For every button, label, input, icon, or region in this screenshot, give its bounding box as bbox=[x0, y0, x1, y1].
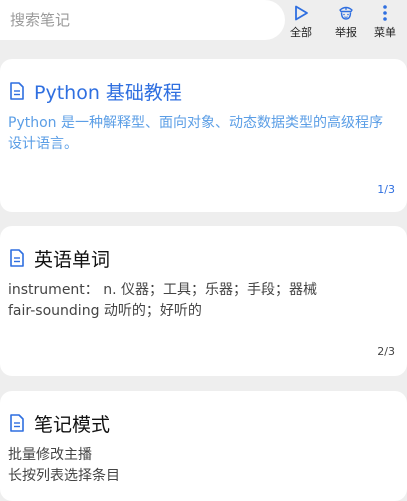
note-title-row: 英语单词 bbox=[8, 244, 399, 272]
page-indicator: 1/3 bbox=[377, 183, 395, 196]
search-bar[interactable] bbox=[0, 0, 285, 40]
police-officer-icon bbox=[336, 3, 356, 23]
top-bar: 全部 举报 菜单 bbox=[0, 0, 407, 44]
report-button[interactable]: 举报 bbox=[328, 0, 364, 40]
note-content: instrument： n. 仪器；工具；乐器；手段；器械 fair-sound… bbox=[8, 280, 399, 322]
report-button-label: 举报 bbox=[335, 26, 357, 39]
document-icon bbox=[8, 82, 26, 100]
document-icon bbox=[8, 414, 26, 432]
document-icon bbox=[8, 249, 26, 267]
search-input[interactable] bbox=[8, 10, 285, 30]
all-button[interactable]: 全部 bbox=[283, 0, 319, 40]
note-title-row: 笔记模式 bbox=[8, 409, 399, 437]
all-button-label: 全部 bbox=[290, 26, 312, 39]
note-line: fair-sounding 动听的；好听的 bbox=[8, 303, 202, 319]
note-card[interactable]: Python 基础教程 Python 是一种解释型、面向对象、动态数据类型的高级… bbox=[0, 59, 407, 212]
note-title-row: Python 基础教程 bbox=[8, 77, 399, 105]
menu-button[interactable]: 菜单 bbox=[367, 0, 403, 40]
note-title: Python 基础教程 bbox=[34, 81, 182, 104]
note-title: 英语单词 bbox=[34, 248, 111, 271]
note-line: 批量修改主播 bbox=[8, 447, 92, 463]
page-indicator: 2/3 bbox=[377, 345, 395, 358]
note-line: instrument： n. 仪器；工具；乐器；手段；器械 bbox=[8, 282, 318, 298]
note-card[interactable]: 笔记模式 批量修改主播 长按列表选择条目 bbox=[0, 391, 407, 501]
note-card[interactable]: 英语单词 instrument： n. 仪器；工具；乐器；手段；器械 fair-… bbox=[0, 226, 407, 376]
play-triangle-icon bbox=[291, 3, 311, 23]
note-content: Python 是一种解释型、面向对象、动态数据类型的高级程序设计语言。 bbox=[8, 113, 399, 155]
vertical-dots-icon bbox=[375, 3, 395, 23]
note-line: 长按列表选择条目 bbox=[8, 468, 120, 484]
menu-button-label: 菜单 bbox=[374, 26, 396, 39]
note-content: 批量修改主播 长按列表选择条目 bbox=[8, 445, 399, 487]
note-title: 笔记模式 bbox=[34, 413, 111, 436]
note-line: Python 是一种解释型、面向对象、动态数据类型的高级程序设计语言。 bbox=[8, 115, 383, 152]
